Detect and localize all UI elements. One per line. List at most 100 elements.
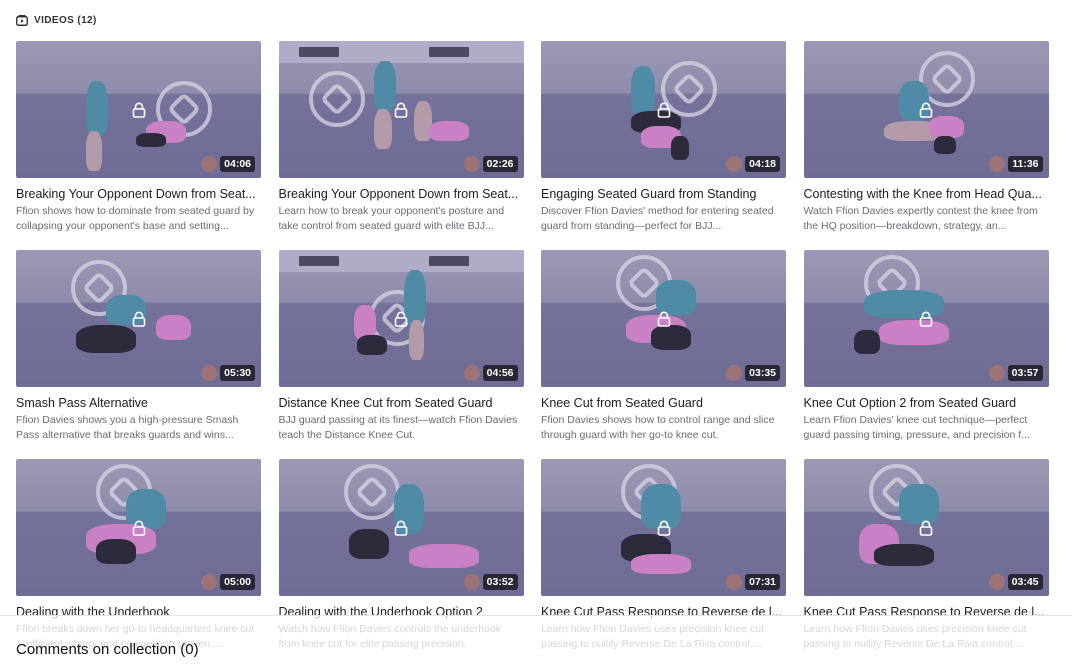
video-card[interactable]: 03:35 Knee Cut from Seated Guard Ffion Dav… <box>541 250 786 459</box>
athlete-figure <box>631 66 655 116</box>
duration-badge: 05:30 <box>220 365 255 381</box>
athlete-figure <box>86 131 102 171</box>
video-thumbnail[interactable]: 05:30 <box>16 250 261 387</box>
athlete-figure <box>96 539 136 564</box>
video-library-icon <box>16 14 28 26</box>
lock-icon <box>657 520 671 536</box>
duration-badge: 11:36 <box>1008 156 1043 172</box>
video-card[interactable]: 11:36 Contesting with the Knee from Head … <box>803 41 1049 250</box>
video-description: Learn how to break your opponent's postu… <box>278 205 505 232</box>
athlete-figure <box>928 116 964 138</box>
video-thumbnail[interactable]: 07:31 <box>541 459 786 596</box>
thumbnail-window <box>298 256 339 266</box>
video-title[interactable]: Breaking Your Opponent Down from Seat... <box>16 186 261 202</box>
record-indicator-icon <box>463 156 480 172</box>
athlete-figure <box>853 330 880 354</box>
video-card[interactable]: 03:57 Knee Cut Option 2 from Seated Guard… <box>803 250 1049 459</box>
record-indicator-icon <box>463 574 480 590</box>
duration-badge: 04:18 <box>745 156 780 172</box>
video-title[interactable]: Engaging Seated Guard from Standing <box>541 186 786 202</box>
section-title: VIDEOS (12) <box>34 14 97 26</box>
record-indicator-icon <box>988 365 1005 381</box>
video-thumbnail[interactable]: 03:45 <box>803 459 1049 596</box>
video-description: BJJ guard passing at its finest—watch Ff… <box>278 414 518 441</box>
lock-icon <box>919 520 933 536</box>
lock-icon <box>132 102 146 118</box>
athlete-figure <box>428 121 469 141</box>
lock-icon <box>919 311 933 327</box>
video-description: Discover Ffion Davies' method for enteri… <box>541 205 774 232</box>
duration-badge: 03:35 <box>745 365 780 381</box>
record-indicator-icon <box>726 365 742 381</box>
video-card[interactable]: 02:26 Breaking Your Opponent Down from Se… <box>278 41 524 250</box>
athlete-figure <box>156 315 191 340</box>
video-title[interactable]: Breaking Your Opponent Down from Seat... <box>279 186 524 202</box>
athlete-figure <box>408 544 479 568</box>
lock-icon <box>394 311 408 327</box>
lock-icon <box>657 102 671 118</box>
athlete-figure <box>898 484 939 524</box>
record-indicator-icon <box>201 156 217 172</box>
video-card[interactable]: 04:18 Engaging Seated Guard from Standing… <box>541 41 786 250</box>
video-thumbnail[interactable]: 04:18 <box>541 41 786 178</box>
video-card[interactable]: 05:30 Smash Pass Alternative Ffion Davies … <box>16 250 261 459</box>
athlete-figure <box>76 325 136 353</box>
athlete-figure <box>356 335 387 355</box>
video-thumbnail[interactable]: 02:26 <box>278 41 524 178</box>
video-card[interactable]: 04:06 Breaking Your Opponent Down from Se… <box>16 41 261 250</box>
duration-badge: 03:57 <box>1007 365 1043 381</box>
video-thumbnail[interactable]: 03:57 <box>803 250 1049 387</box>
athlete-figure <box>408 320 424 360</box>
thumbnail-window <box>298 47 339 57</box>
video-thumbnail[interactable]: 05:00 <box>16 459 261 596</box>
athlete-figure <box>631 554 691 574</box>
video-thumbnail[interactable]: 11:36 <box>803 41 1049 178</box>
thumbnail-window <box>428 47 469 57</box>
academy-logo-watermark <box>343 464 400 520</box>
lock-icon <box>657 311 671 327</box>
duration-badge: 07:31 <box>745 574 780 590</box>
record-indicator-icon <box>201 365 217 381</box>
duration-badge: 04:06 <box>220 156 255 172</box>
video-description: Learn Ffion Davies' knee cut technique—p… <box>803 414 1030 441</box>
video-title[interactable]: Knee Cut Option 2 from Seated Guard <box>804 395 1049 411</box>
video-thumbnail[interactable]: 04:56 <box>278 250 524 387</box>
athlete-figure <box>373 61 396 111</box>
academy-logo-watermark <box>308 71 365 127</box>
video-thumbnail[interactable]: 03:52 <box>278 459 524 596</box>
video-description: Ffion Davies shows you a high-pressure S… <box>16 414 239 441</box>
athlete-figure <box>878 320 949 345</box>
athlete-figure <box>136 133 166 147</box>
duration-badge: 05:00 <box>220 574 255 590</box>
record-indicator-icon <box>726 574 742 590</box>
lock-icon <box>919 102 933 118</box>
duration-badge: 02:26 <box>482 156 518 172</box>
comments-title: Comments on collection (0) <box>16 641 199 658</box>
video-title[interactable]: Smash Pass Alternative <box>16 395 261 411</box>
record-indicator-icon <box>988 156 1005 172</box>
record-indicator-icon <box>988 574 1005 590</box>
athlete-figure <box>651 325 691 350</box>
video-title[interactable]: Contesting with the Knee from Head Qua..… <box>804 186 1049 202</box>
athlete-figure <box>373 109 392 149</box>
video-grid: 04:06 Breaking Your Opponent Down from Se… <box>16 41 1056 668</box>
record-indicator-icon <box>201 574 217 590</box>
video-title[interactable]: Distance Knee Cut from Seated Guard <box>279 395 524 411</box>
lock-icon <box>132 311 146 327</box>
video-card[interactable]: 04:56 Distance Knee Cut from Seated Guard… <box>278 250 524 459</box>
lock-icon <box>394 102 408 118</box>
videos-section-header: VIDEOS (12) <box>16 13 97 27</box>
record-indicator-icon <box>726 156 742 172</box>
video-thumbnail[interactable]: 04:06 <box>16 41 261 178</box>
duration-badge: 04:56 <box>482 365 518 381</box>
lock-icon <box>394 520 408 536</box>
duration-badge: 03:45 <box>1007 574 1043 590</box>
thumbnail-window <box>428 256 469 266</box>
video-thumbnail[interactable]: 03:35 <box>541 250 786 387</box>
video-title[interactable]: Knee Cut from Seated Guard <box>541 395 786 411</box>
lock-icon <box>132 520 146 536</box>
video-description: Ffion Davies shows how to control range … <box>541 414 775 441</box>
athlete-figure <box>933 136 956 154</box>
athlete-figure <box>873 544 934 566</box>
video-description: Ffion shows how to dominate from seated … <box>16 205 255 232</box>
